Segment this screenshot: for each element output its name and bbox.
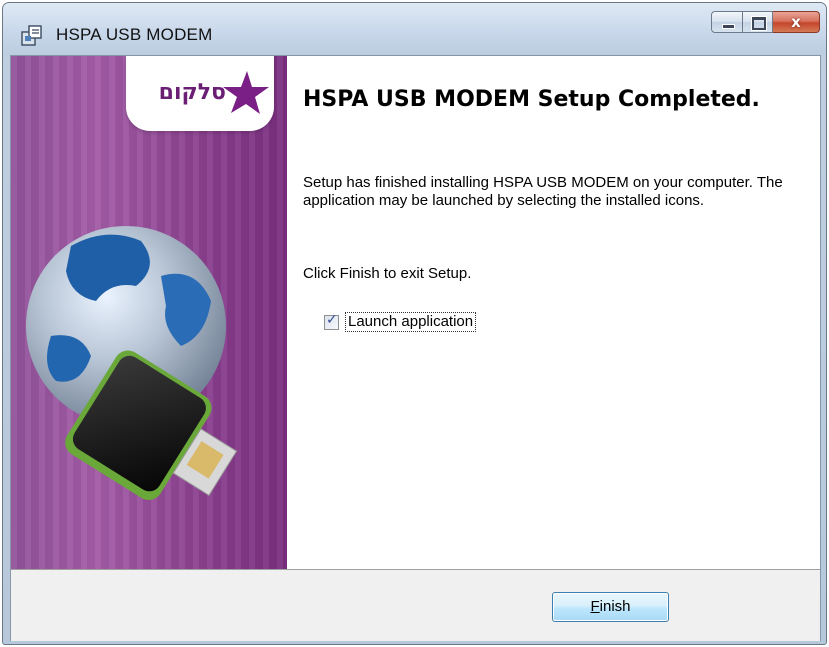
star-icon [223, 71, 269, 114]
close-button[interactable]: x [773, 11, 820, 33]
globe-modem-illustration [26, 226, 238, 500]
minimize-icon [722, 24, 735, 29]
finish-button[interactable]: Finish [552, 592, 669, 622]
caption-buttons: x [711, 11, 820, 35]
brand-logo-text: סלקום [158, 80, 226, 105]
completion-message: Setup has finished installing HSPA USB M… [303, 174, 783, 209]
wizard-client-area: סלקום HSPA USB MODEM Setup Completed. Se… [10, 55, 821, 641]
finish-mnemonic: F [590, 598, 600, 615]
launch-application-label[interactable]: Launch application [345, 312, 477, 332]
installer-window: HSPA USB MODEM x סלקום HSPA USB MODEM Se… [2, 2, 827, 645]
window-title: HSPA USB MODEM [56, 25, 213, 44]
maximize-button[interactable] [743, 11, 773, 33]
wizard-content: HSPA USB MODEM Setup Completed. Setup ha… [303, 56, 820, 569]
page-title: HSPA USB MODEM Setup Completed. [303, 87, 760, 112]
brand-logo: סלקום [126, 56, 274, 131]
maximize-icon [751, 16, 767, 31]
finish-instruction: Click Finish to exit Setup. [303, 265, 472, 282]
finish-label: inish [599, 598, 631, 615]
checkbox-box[interactable]: ✓ [324, 311, 339, 330]
close-icon: x [791, 13, 801, 31]
wizard-footer: Finish [11, 569, 820, 641]
title-bar[interactable]: HSPA USB MODEM x [3, 3, 826, 55]
launch-application-checkbox[interactable]: ✓ Launch application [324, 311, 477, 332]
checkmark-icon: ✓ [326, 311, 338, 328]
wizard-sidebar: סלקום [11, 56, 287, 569]
minimize-button[interactable] [711, 11, 743, 33]
installer-app-icon [21, 25, 42, 46]
